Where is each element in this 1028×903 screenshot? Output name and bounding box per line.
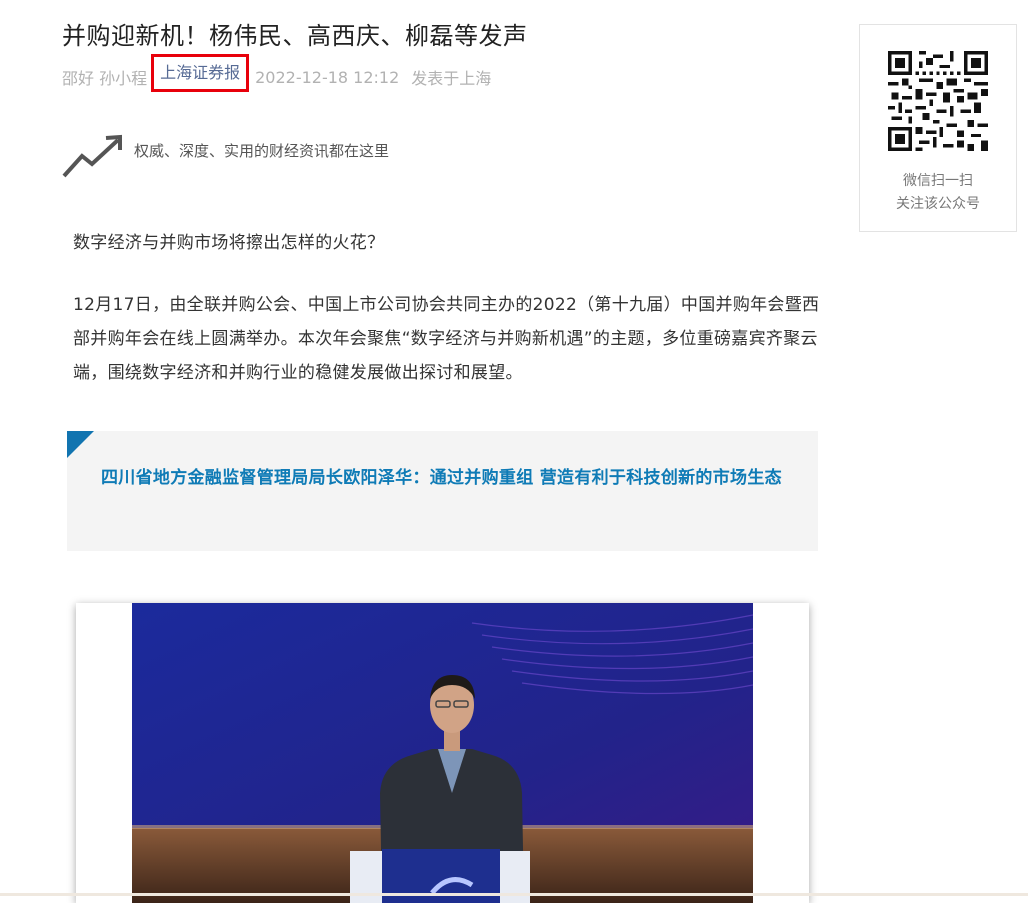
qr-caption-scan: 微信扫一扫	[903, 173, 973, 189]
account-name-link[interactable]: 上海证券报	[151, 54, 250, 92]
body-paragraph: 12月17日，由全联并购公会、中国上市公司协会共同主办的2022（第十九届）中国…	[73, 295, 820, 383]
article-authors: 邵好 孙小程	[62, 69, 148, 88]
publish-location: 发表于上海	[411, 69, 492, 88]
article-title: 并购迎新机！杨伟民、高西庆、柳磊等发声	[62, 22, 528, 50]
qr-caption-follow: 关注该公众号	[896, 196, 980, 212]
speaker-photo	[132, 603, 753, 903]
intro-paragraph: 数字经济与并购市场将擦出怎样的火花？	[73, 233, 385, 253]
slogan-banner: 权威、深度、实用的财经资讯都在这里	[62, 134, 389, 180]
article-meta: 邵好 孙小程 上海证券报 2022-12-18 12:12 发表于上海	[62, 54, 492, 92]
callout-heading: 四川省地方金融监督管理局局长欧阳泽华：通过并购重组 营造有利于科技创新的市场生态	[101, 468, 782, 488]
section-callout: 四川省地方金融监督管理局局长欧阳泽华：通过并购重组 营造有利于科技创新的市场生态	[67, 431, 818, 551]
article-photo-frame	[76, 603, 809, 903]
slogan-text: 权威、深度、实用的财经资讯都在这里	[134, 142, 390, 160]
qr-code-image[interactable]	[888, 51, 988, 151]
trend-arrow-icon	[62, 134, 122, 178]
article-content: 并购迎新机！杨伟民、高西庆、柳磊等发声 邵好 孙小程 上海证券报 2022-12…	[0, 0, 840, 903]
callout-corner-mark	[67, 431, 94, 458]
publish-date: 2022-12-18 12:12	[255, 67, 400, 87]
qr-follow-card: 微信扫一扫 关注该公众号	[859, 24, 1017, 232]
